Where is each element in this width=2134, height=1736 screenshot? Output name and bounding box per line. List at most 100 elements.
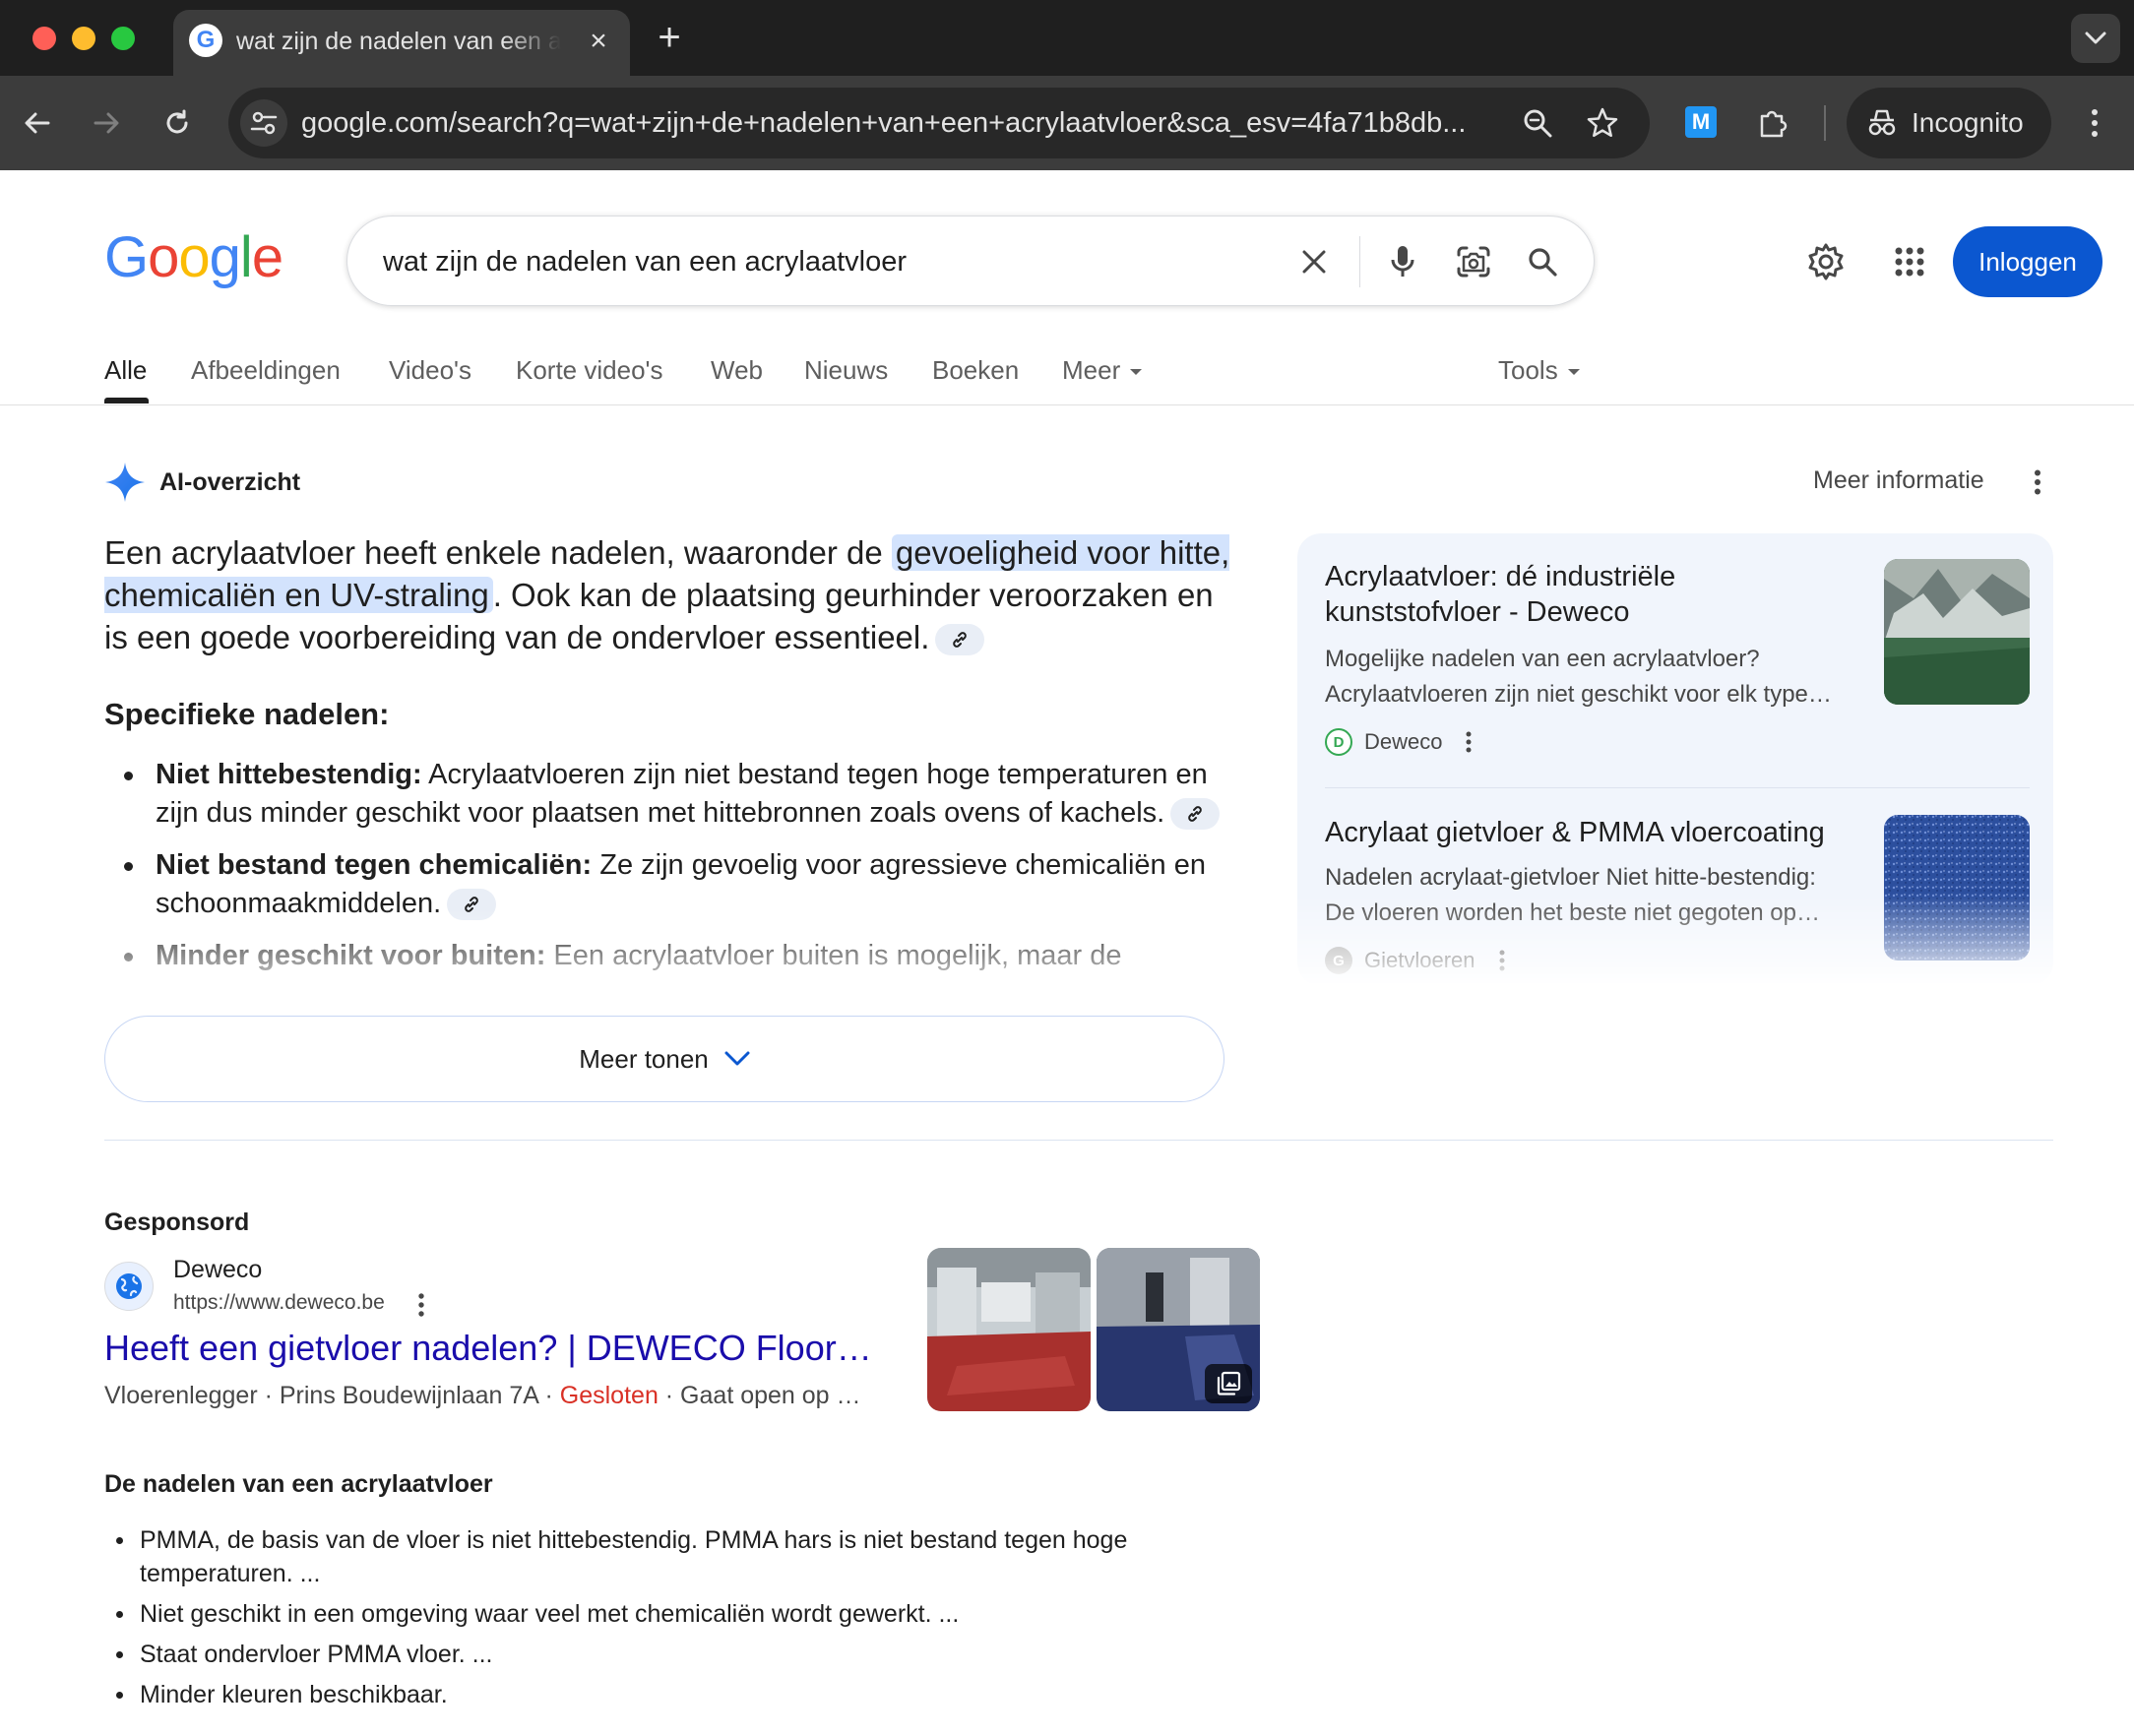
search-icon <box>1529 248 1557 277</box>
search-box[interactable]: wat zijn de nadelen van een acrylaatvloe… <box>346 216 1595 306</box>
tab-more-label: Meer <box>1062 355 1121 385</box>
caret-down-icon <box>1567 369 1580 376</box>
show-more-label: Meer tonen <box>579 1043 709 1074</box>
arrow-left-icon <box>25 112 50 134</box>
google-logo[interactable]: Google <box>104 226 283 289</box>
source-site-name: Gietvloeren <box>1364 948 1475 972</box>
citation-link-button[interactable] <box>935 624 985 656</box>
chevron-down-icon <box>724 1051 750 1066</box>
kitchen-floor-image <box>927 1248 1091 1411</box>
more-vert-icon <box>1499 950 1505 971</box>
zoom-icon <box>1524 109 1552 138</box>
tab-news[interactable]: Nieuws <box>804 348 888 392</box>
show-more-button[interactable]: Meer tonen <box>104 1016 1224 1102</box>
incognito-profile-button[interactable]: Incognito <box>1847 88 2051 158</box>
tab-videos[interactable]: Video's <box>389 348 471 392</box>
blue-floor-texture-image <box>1884 815 2030 961</box>
toolbar-divider <box>1824 105 1826 141</box>
tab-short-videos[interactable]: Korte video's <box>516 348 663 392</box>
source-title[interactable]: Acrylaat gietvloer & PMMA vloercoating <box>1325 815 1837 850</box>
advertiser-favicon[interactable] <box>104 1262 154 1311</box>
ad-title-link[interactable]: Heeft een gietvloer nadelen? | DEWECO Fl… <box>104 1325 878 1372</box>
sparkle-icon <box>105 463 145 502</box>
tab-search-button[interactable] <box>2071 14 2120 63</box>
status-badge: Gesloten <box>559 1382 659 1409</box>
source-thumbnail[interactable] <box>1884 559 2030 705</box>
voice-search-button[interactable] <box>1379 238 1426 285</box>
ai-overview-list: Niet hittebestendig: Acrylaatvloeren zij… <box>104 756 1236 1012</box>
ad-image[interactable] <box>1097 1248 1260 1411</box>
tab-images[interactable]: Afbeeldingen <box>191 348 341 392</box>
tools-button[interactable]: Tools <box>1498 348 1580 392</box>
source-menu-button[interactable] <box>1466 731 1472 753</box>
chrome-menu-button[interactable] <box>2079 99 2110 147</box>
globe-icon <box>116 1273 142 1299</box>
google-favicon-icon: G <box>189 24 222 57</box>
chevron-down-icon <box>2085 31 2106 44</box>
close-icon <box>1302 250 1326 274</box>
image-search-button[interactable] <box>1450 238 1497 285</box>
tools-label: Tools <box>1498 355 1558 385</box>
tab-title: wat zijn de nadelen van een acrylaatvloe… <box>236 28 561 55</box>
search-box-divider <box>1359 236 1360 287</box>
snippet-list: PMMA, de basis van de vloer is niet hitt… <box>104 1523 1207 1718</box>
ai-overview-subheading: Specifieke nadelen: <box>104 697 390 731</box>
tab-web[interactable]: Web <box>711 348 763 392</box>
gallery-button[interactable] <box>1205 1364 1252 1403</box>
back-button[interactable] <box>14 99 61 147</box>
more-info-link[interactable]: Meer informatie <box>1813 466 1984 495</box>
source-card[interactable]: Acrylaatvloer: dé industriële kunststofv… <box>1325 559 2030 766</box>
forward-button[interactable] <box>83 99 130 147</box>
source-site: G Gietvloeren <box>1325 945 1505 976</box>
more-vert-icon <box>2035 469 2040 495</box>
window-minimize-button[interactable] <box>72 27 95 50</box>
browser-tab-active[interactable]: G wat zijn de nadelen van een acrylaatvl… <box>173 10 630 76</box>
tab-all[interactable]: Alle <box>104 348 147 392</box>
bookmark-button[interactable] <box>1581 101 1624 145</box>
link-icon <box>953 632 968 649</box>
clear-search-button[interactable] <box>1290 238 1338 285</box>
tab-close-icon[interactable]: × <box>581 22 616 61</box>
search-tabs: Alle Afbeeldingen Video's Korte video's … <box>0 335 2134 405</box>
list-item: Minder geschikt voor buiten: Een acrylaa… <box>104 937 1236 975</box>
citation-link-button[interactable] <box>1170 798 1221 831</box>
ai-overview-summary: Een acrylaatvloer heeft enkele nadelen, … <box>104 534 1230 656</box>
link-icon <box>465 897 478 913</box>
tab-more[interactable]: Meer <box>1062 348 1143 392</box>
source-thumbnail[interactable] <box>1884 815 2030 961</box>
window-close-button[interactable] <box>32 27 56 50</box>
ai-overview-title: AI-overzicht <box>159 467 301 496</box>
citation-link-button[interactable] <box>447 889 497 921</box>
url-path: /search?q=wat+zijn+de+nadelen+van+een+ac… <box>448 107 1467 139</box>
zoom-button[interactable] <box>1516 101 1559 145</box>
reload-button[interactable] <box>154 99 201 147</box>
mail-extension-icon[interactable]: M <box>1685 106 1717 138</box>
browser-toolbar: google.com/search?q=wat+zijn+de+nadelen+… <box>0 76 2134 170</box>
lens-icon <box>1457 246 1490 278</box>
source-title[interactable]: Acrylaatvloer: dé industriële kunststofv… <box>1325 559 1837 630</box>
extensions-button[interactable] <box>1750 99 1797 147</box>
source-menu-button[interactable] <box>1499 950 1505 971</box>
ad-menu-button[interactable] <box>409 1289 433 1321</box>
site-settings-button[interactable] <box>240 99 287 147</box>
photo-library-icon <box>1217 1371 1241 1395</box>
search-submit-button[interactable] <box>1519 238 1566 285</box>
source-card[interactable]: Acrylaat gietvloer & PMMA vloercoating N… <box>1325 815 2030 986</box>
sign-in-button[interactable]: Inloggen <box>1953 226 2103 297</box>
snippet-heading: De nadelen van een acrylaatvloer <box>104 1470 493 1498</box>
ad-image[interactable] <box>927 1248 1091 1411</box>
apps-grid-icon <box>1895 247 1924 277</box>
puzzle-icon <box>1760 110 1788 138</box>
google-apps-button[interactable] <box>1886 238 1933 285</box>
source-snippet: Nadelen acrylaat-gietvloer Niet hitte-be… <box>1325 864 1821 926</box>
search-input[interactable]: wat zijn de nadelen van een acrylaatvloe… <box>383 240 907 283</box>
tab-books[interactable]: Boeken <box>932 348 1019 392</box>
address-bar[interactable]: google.com/search?q=wat+zijn+de+nadelen+… <box>228 88 1650 158</box>
new-tab-button[interactable]: + <box>650 16 689 59</box>
advertiser-name[interactable]: Deweco <box>173 1256 262 1284</box>
ai-overview-menu-button[interactable] <box>2024 459 2051 506</box>
advertiser-url[interactable]: https://www.deweco.be <box>173 1291 385 1315</box>
incognito-label: Incognito <box>1912 107 2024 138</box>
settings-button[interactable] <box>1802 238 1850 285</box>
window-zoom-button[interactable] <box>111 27 135 50</box>
